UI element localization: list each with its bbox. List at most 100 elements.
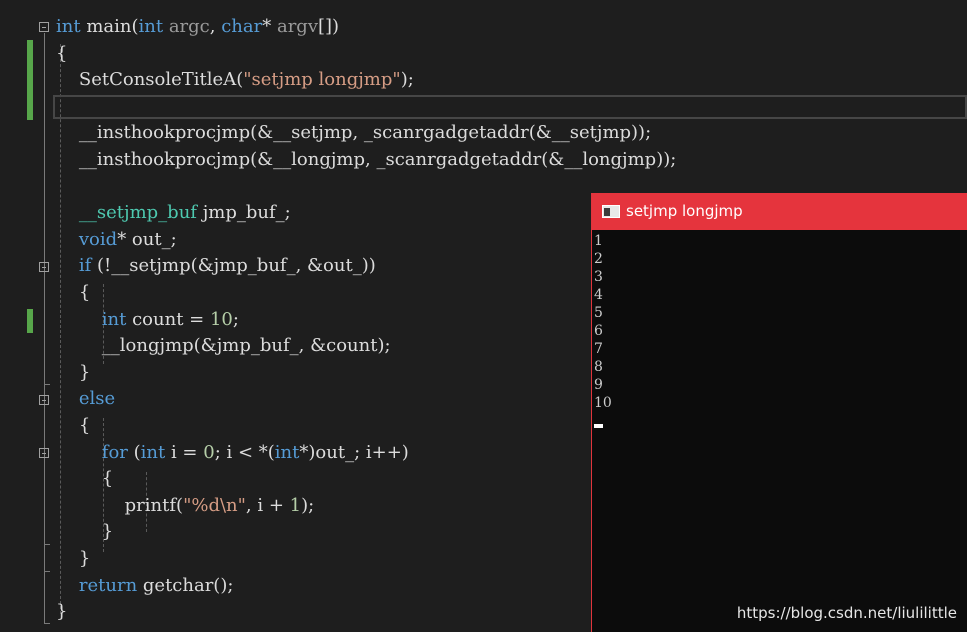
- code-token: }: [56, 521, 114, 543]
- code-line: }: [56, 519, 113, 546]
- code-token: if: [78, 255, 92, 277]
- code-line: {: [56, 280, 90, 307]
- code-token: {: [56, 282, 91, 303]
- code-token: * out_;: [117, 228, 177, 250]
- code-line: return getchar();: [56, 573, 234, 600]
- code-line: {: [56, 466, 113, 493]
- code-line: printf("%d\n", i + 1);: [56, 493, 315, 520]
- code-token: *: [262, 16, 277, 37]
- console-output-line: 8: [594, 359, 603, 375]
- console-app-icon: [602, 205, 620, 218]
- code-token: main(: [80, 16, 139, 37]
- code-line: int count = 10;: [56, 307, 239, 334]
- console-output-line: 3: [594, 269, 603, 285]
- code-line: SetConsoleTitleA("setjmp longjmp");: [56, 67, 414, 94]
- code-token: jmp_buf_;: [196, 202, 291, 224]
- code-token: , i +: [245, 494, 290, 516]
- code-token: }: [56, 601, 68, 623]
- fold-toggle-main[interactable]: [39, 22, 49, 32]
- code-token: int: [138, 16, 164, 37]
- code-token: 10: [209, 308, 233, 330]
- fold-toggle-for[interactable]: [39, 448, 49, 458]
- code-line: }: [56, 546, 90, 573]
- code-line: __insthookprocjmp(&__setjmp, _scanrgadge…: [56, 120, 651, 147]
- code-line: for (int i = 0; i < *(int*)out_; i++): [56, 440, 409, 467]
- change-marker: [27, 309, 33, 333]
- console-title: setjmp longjmp: [626, 202, 743, 220]
- code-token: int: [274, 441, 300, 463]
- code-token: int: [56, 16, 81, 37]
- code-token: ,: [209, 16, 222, 37]
- code-token: __insthookprocjmp(&__longjmp, _scanrgadg…: [56, 149, 677, 170]
- console-output-line: 2: [594, 251, 603, 267]
- console-window[interactable]: setjmp longjmp 1 2 3 4 5 6 7 8 9 10: [591, 193, 967, 632]
- code-line: else: [56, 386, 115, 413]
- code-token: __longjmp(&jmp_buf_, &count);: [56, 335, 391, 357]
- code-line: {: [56, 41, 67, 68]
- code-line: __insthookprocjmp(&__longjmp, _scanrgadg…: [56, 147, 676, 174]
- code-token: {: [56, 415, 91, 436]
- code-token: else: [78, 388, 116, 410]
- watermark: https://blog.csdn.net/liulilittle: [736, 604, 957, 622]
- console-output: 1 2 3 4 5 6 7 8 9 10: [594, 232, 612, 412]
- code-token: int: [140, 441, 166, 463]
- code-token: {: [56, 468, 114, 490]
- code-line: }: [56, 599, 67, 626]
- code-token: printf(: [56, 494, 184, 516]
- code-token: "%d\n": [183, 494, 246, 516]
- code-token: ;: [232, 308, 239, 330]
- code-token: (!__setjmp(&jmp_buf_, &out_)): [91, 255, 376, 277]
- fold-end: [44, 544, 50, 545]
- code-token: }: [56, 361, 91, 383]
- code-token: getchar();: [137, 574, 234, 596]
- code-token: for: [101, 441, 128, 463]
- fold-toggle-if[interactable]: [39, 262, 49, 272]
- code-token: ; i < *(: [214, 441, 275, 463]
- code-token: void: [78, 228, 118, 250]
- code-token: );: [301, 494, 315, 516]
- console-output-line: 9: [594, 377, 603, 393]
- code-token: []): [318, 16, 340, 37]
- fold-line: [44, 33, 45, 623]
- code-token: SetConsoleTitleA(: [56, 69, 244, 91]
- code-token: 0: [203, 441, 215, 463]
- code-token: char: [221, 16, 263, 37]
- code-token: *)out_; i++): [299, 441, 409, 463]
- change-marker: [27, 40, 33, 120]
- code-editor[interactable]: int main(int argc, char* argv[]){ SetCon…: [0, 0, 967, 632]
- current-line-highlight: [53, 95, 967, 119]
- fold-end: [44, 571, 50, 572]
- console-output-line: 1: [594, 233, 603, 249]
- code-token: {: [56, 42, 68, 64]
- fold-end: [44, 384, 50, 385]
- code-token: count =: [126, 308, 210, 330]
- console-output-line: 6: [594, 323, 603, 339]
- fold-toggle-else[interactable]: [39, 395, 49, 405]
- console-output-line: 7: [594, 341, 603, 357]
- console-output-line: 4: [594, 287, 603, 303]
- code-line: }: [56, 360, 90, 387]
- code-token: argv: [276, 16, 318, 37]
- code-token: }: [56, 548, 91, 569]
- code-line: int main(int argc, char* argv[]): [56, 14, 339, 41]
- code-token: int: [101, 308, 127, 330]
- code-line: __longjmp(&jmp_buf_, &count);: [56, 333, 391, 360]
- code-token: __setjmp_buf: [78, 202, 197, 224]
- code-token: "setjmp longjmp": [243, 69, 401, 91]
- code-line: __setjmp_buf jmp_buf_;: [56, 200, 291, 227]
- code-token: i =: [165, 441, 204, 463]
- console-titlebar[interactable]: setjmp longjmp: [592, 193, 967, 230]
- console-output-line: 10: [594, 395, 612, 411]
- code-token: 1: [289, 494, 302, 516]
- code-line: if (!__setjmp(&jmp_buf_, &out_)): [56, 253, 376, 280]
- console-output-line: 5: [594, 305, 603, 321]
- console-cursor: [594, 424, 603, 428]
- code-token: argc: [163, 16, 210, 37]
- code-token: (: [127, 441, 141, 463]
